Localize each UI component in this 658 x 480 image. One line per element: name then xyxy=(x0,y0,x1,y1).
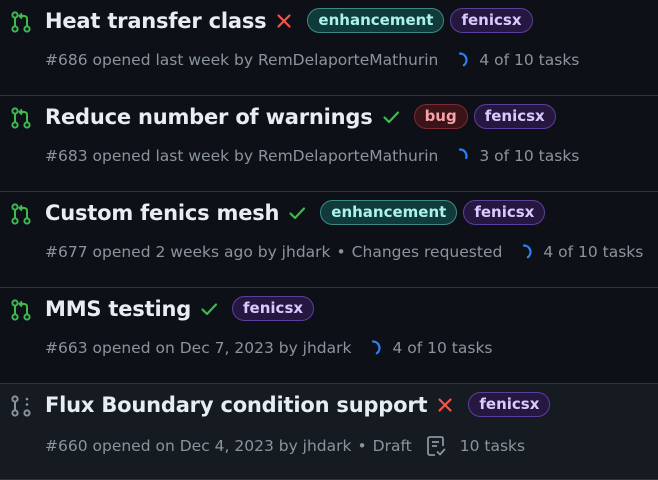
progress-ring-icon xyxy=(365,340,387,356)
label-fenicsx[interactable]: fenicsx xyxy=(473,104,556,129)
pull-request-row[interactable]: Heat transfer class enhancement fenicsx #68… xyxy=(0,0,658,96)
label-fenicsx[interactable]: fenicsx xyxy=(232,296,315,321)
title-line: MMS testing fenicsx xyxy=(45,296,315,321)
separator-dot: • xyxy=(336,243,346,261)
separator-dot: • xyxy=(357,437,367,455)
labels: enhancement fenicsx xyxy=(320,200,546,225)
check-success-icon[interactable] xyxy=(382,108,400,126)
check-fail-icon[interactable] xyxy=(275,12,293,30)
pull-request-title-link[interactable]: Heat transfer class xyxy=(45,9,267,33)
pull-request-list: Heat transfer class enhancement fenicsx #68… xyxy=(0,0,658,480)
pull-request-meta: #663 opened on Dec 7, 2023 by jhdark 4 of… xyxy=(45,339,493,357)
git-pull-request-icon xyxy=(10,299,32,321)
pull-request-title-link[interactable]: Flux Boundary condition support xyxy=(45,393,428,417)
pull-request-row[interactable]: Reduce number of warnings bug fenicsx #683 … xyxy=(0,96,658,192)
title-line: Custom fenics mesh enhancement fenicsx xyxy=(45,200,546,225)
labels: bug fenicsx xyxy=(413,104,556,129)
label-enhancement[interactable]: enhancement xyxy=(320,200,458,225)
pull-request-title-link[interactable]: MMS testing xyxy=(45,297,191,321)
opened-info: #660 opened on Dec 4, 2023 by jhdark xyxy=(45,437,352,455)
task-count: 3 of 10 tasks xyxy=(479,147,580,165)
git-pull-request-draft-icon xyxy=(10,395,32,417)
opened-info: #686 opened last week by RemDelaporteMat… xyxy=(45,51,439,69)
check-success-icon[interactable] xyxy=(200,300,218,318)
git-pull-request-icon xyxy=(10,203,32,225)
title-line: Flux Boundary condition support fenicsx xyxy=(45,392,551,417)
labels: fenicsx xyxy=(232,296,315,321)
opened-info: #663 opened on Dec 7, 2023 by jhdark xyxy=(45,339,352,357)
task-progress: 4 of 10 tasks xyxy=(365,339,493,357)
task-progress: 10 tasks xyxy=(426,435,525,457)
label-fenicsx[interactable]: fenicsx xyxy=(463,200,546,225)
label-bug[interactable]: bug xyxy=(413,104,468,129)
task-progress: 4 of 10 tasks xyxy=(516,243,643,261)
title-line: Reduce number of warnings bug fenicsx xyxy=(45,104,556,129)
pull-request-meta: #660 opened on Dec 4, 2023 by jhdark • Dra… xyxy=(45,435,525,457)
check-fail-icon[interactable] xyxy=(436,396,454,414)
task-progress: 4 of 10 tasks xyxy=(452,51,579,69)
checklist-icon xyxy=(426,435,452,457)
task-count: 4 of 10 tasks xyxy=(479,51,580,69)
title-line: Heat transfer class enhancement fenicsx xyxy=(45,8,533,33)
progress-ring-icon xyxy=(516,244,538,260)
pull-request-row[interactable]: MMS testing fenicsx #663 opened on Dec 7, … xyxy=(0,288,658,384)
pull-request-meta: #683 opened last week by RemDelaporteMat… xyxy=(45,147,579,165)
opened-info: #677 opened 2 weeks ago by jhdark xyxy=(45,243,331,261)
task-progress: 3 of 10 tasks xyxy=(452,147,579,165)
pull-request-title-link[interactable]: Reduce number of warnings xyxy=(45,105,373,129)
labels: enhancement fenicsx xyxy=(307,8,533,33)
labels: fenicsx xyxy=(468,392,551,417)
pull-request-row[interactable]: Flux Boundary condition support fenicsx #6… xyxy=(0,384,658,480)
opened-info: #683 opened last week by RemDelaporteMat… xyxy=(45,147,439,165)
label-fenicsx[interactable]: fenicsx xyxy=(468,392,551,417)
progress-ring-icon xyxy=(452,148,474,164)
git-pull-request-icon xyxy=(10,11,32,33)
label-fenicsx[interactable]: fenicsx xyxy=(450,8,533,33)
pull-request-row[interactable]: Custom fenics mesh enhancement fenicsx #677… xyxy=(0,192,658,288)
pull-request-meta: #686 opened last week by RemDelaporteMat… xyxy=(45,51,579,69)
review-status[interactable]: Draft xyxy=(373,437,412,455)
check-success-icon[interactable] xyxy=(288,204,306,222)
review-status[interactable]: Changes requested xyxy=(352,243,503,261)
progress-ring-icon xyxy=(452,52,474,68)
task-count: 10 tasks xyxy=(459,437,526,455)
pull-request-title-link[interactable]: Custom fenics mesh xyxy=(45,201,279,225)
task-count: 4 of 10 tasks xyxy=(392,339,493,357)
pull-request-meta: #677 opened 2 weeks ago by jhdark • Change… xyxy=(45,243,643,261)
label-enhancement[interactable]: enhancement xyxy=(307,8,445,33)
git-pull-request-icon xyxy=(10,107,32,129)
task-count: 4 of 10 tasks xyxy=(543,243,644,261)
